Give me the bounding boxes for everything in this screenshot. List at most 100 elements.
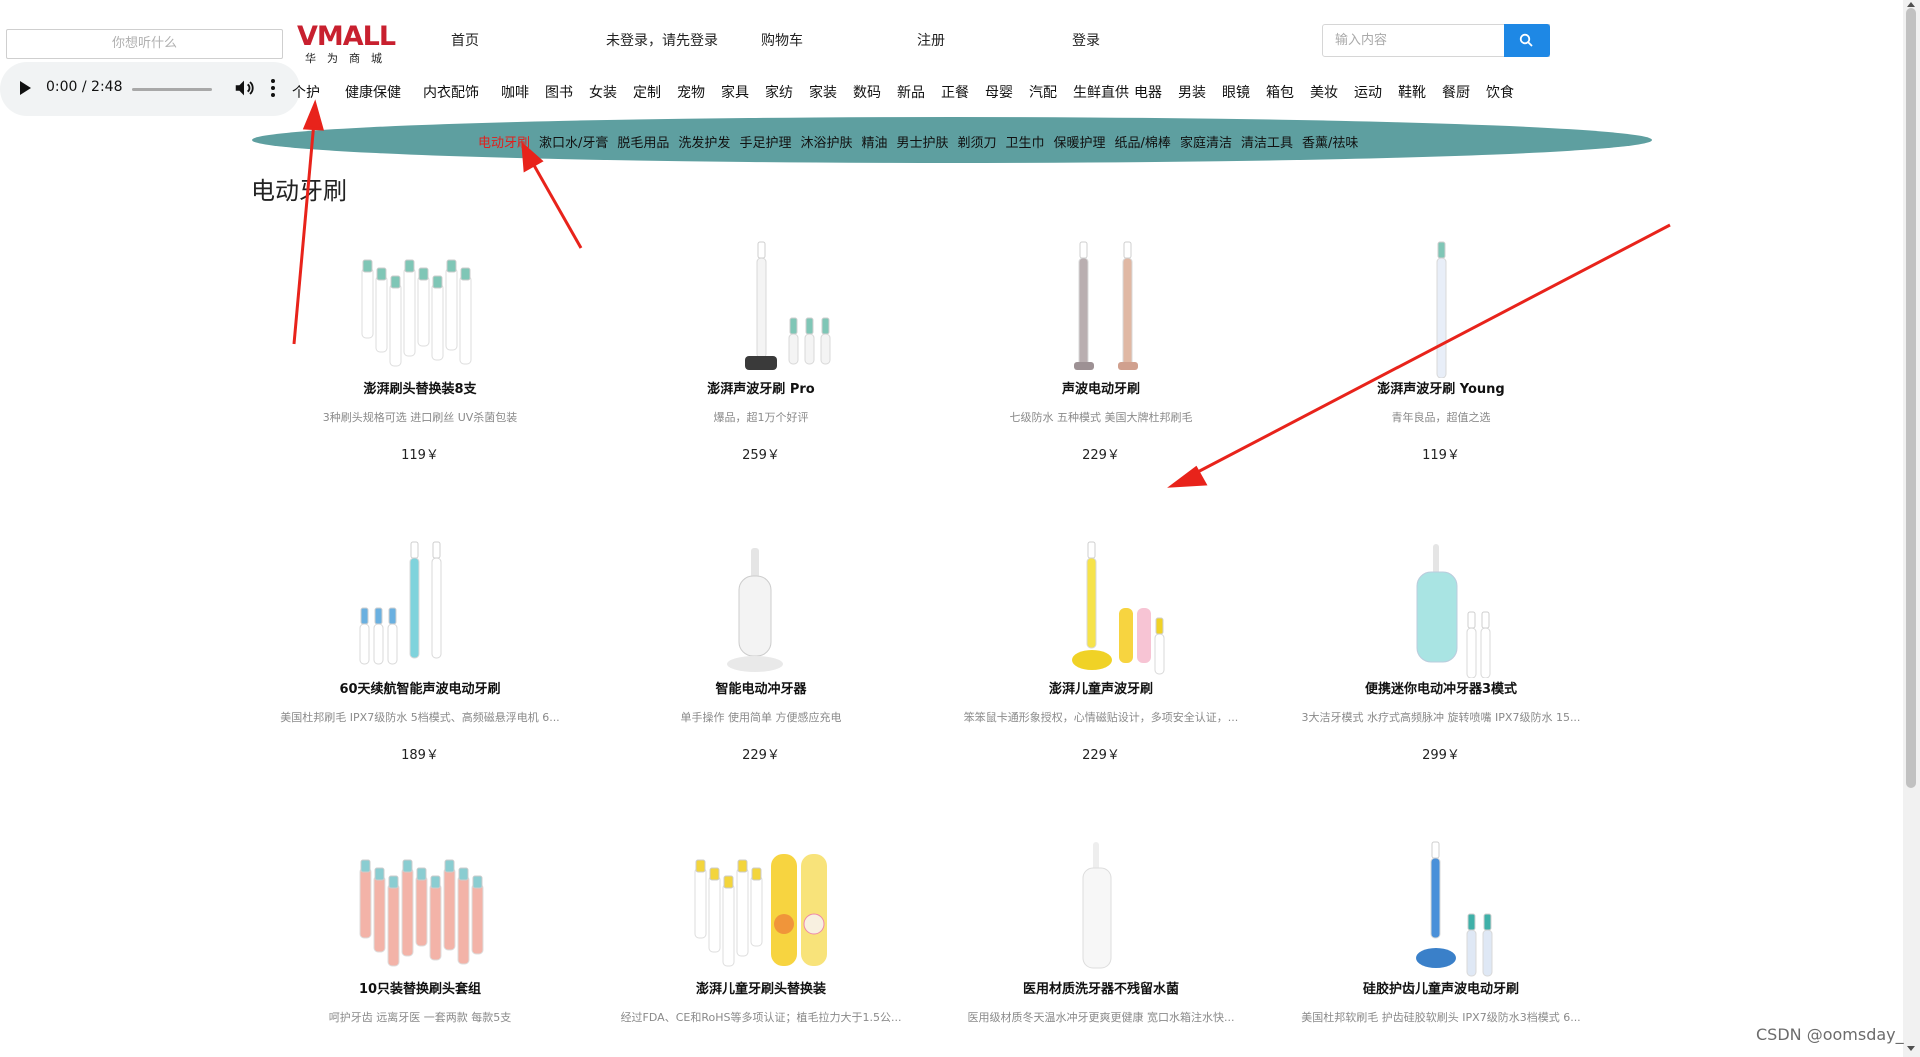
- product-name[interactable]: 医用材质洗牙器不残留水菌: [931, 978, 1271, 997]
- category-item[interactable]: 家具: [721, 82, 749, 102]
- category-item[interactable]: 女装: [589, 82, 617, 102]
- subcategory-item[interactable]: 香薰/祛味: [1302, 136, 1358, 151]
- category-item[interactable]: 数码: [853, 82, 881, 102]
- product-image[interactable]: [250, 838, 590, 978]
- subcategory-item[interactable]: 洗发护发: [678, 136, 730, 151]
- product-name[interactable]: 声波电动牙刷: [931, 378, 1271, 397]
- product-description: 医用级材质冬天温水冲牙更爽更健康 宽口水箱注水快...: [967, 1011, 1235, 1024]
- more-options-icon[interactable]: [270, 77, 276, 99]
- product-name[interactable]: 硅胶护齿儿童声波电动牙刷: [1271, 978, 1611, 997]
- product-card[interactable]: 智能电动冲牙器 单手操作 使用简单 方便感应充电 229￥: [591, 538, 931, 763]
- subcategory-item[interactable]: 脱毛用品: [617, 136, 669, 151]
- logo-word: VMALL: [297, 21, 396, 52]
- category-item[interactable]: 运动: [1354, 82, 1382, 102]
- category-item[interactable]: 正餐: [941, 82, 969, 102]
- product-image[interactable]: [591, 238, 931, 378]
- product-image[interactable]: [1271, 538, 1611, 679]
- product-card[interactable]: 澎湃儿童牙刷头替换装 经过FDA、CE和RoHS等多项认证；植毛拉力大于1.5公…: [591, 838, 931, 1044]
- play-icon[interactable]: [20, 81, 31, 95]
- product-card[interactable]: 澎湃刷头替换装8支 3种刷头规格可选 进口刷丝 UV杀菌包装 119￥: [250, 238, 590, 463]
- product-image[interactable]: [1271, 838, 1611, 978]
- product-name[interactable]: 澎湃声波牙刷 Pro: [591, 378, 931, 397]
- category-item[interactable]: 美妆: [1310, 82, 1338, 102]
- subcategory-item[interactable]: 手足护理: [739, 136, 791, 151]
- subcategory-item[interactable]: 剃须刀: [958, 136, 997, 151]
- product-name[interactable]: 澎湃声波牙刷 Young: [1271, 378, 1611, 397]
- category-item[interactable]: 眼镜: [1222, 82, 1250, 102]
- category-item[interactable]: 宠物: [677, 82, 705, 102]
- audio-player[interactable]: 0:00 / 2:48: [0, 62, 300, 116]
- product-card[interactable]: 10只装替换刷头套组 呵护牙齿 远离牙医 一套两款 每款5支: [250, 838, 590, 1044]
- product-name[interactable]: 澎湃儿童牙刷头替换装: [591, 978, 931, 997]
- volume-icon[interactable]: [233, 77, 255, 99]
- category-bar: 个护 健康保健 内衣配饰 咖啡 图书 女装 定制 宠物 家具 家纺 家装 数码 新品 正餐 母婴 汽配 生鲜直供…: [292, 82, 1658, 102]
- nav-login-status[interactable]: 未登录，请先登录: [606, 30, 718, 50]
- product-image[interactable]: [931, 838, 1271, 978]
- product-card[interactable]: 便携迷你电动冲牙器3模式 3大洁牙模式 水疗式高频脉冲 旋转喷嘴 IPX7级防水…: [1271, 538, 1611, 763]
- product-name[interactable]: 澎湃儿童声波牙刷: [931, 678, 1271, 697]
- product-card[interactable]: 医用材质洗牙器不残留水菌 医用级材质冬天温水冲牙更爽更健康 宽口水箱注水快...: [931, 838, 1271, 1044]
- subcategory-item[interactable]: 电动牙刷: [478, 136, 530, 151]
- scroll-down-icon[interactable]: [1906, 1045, 1916, 1053]
- product-image[interactable]: [931, 538, 1271, 678]
- category-item[interactable]: 箱包: [1266, 82, 1294, 102]
- category-item[interactable]: 汽配: [1029, 82, 1057, 102]
- subcategory-item[interactable]: 家庭清洁: [1180, 136, 1232, 151]
- category-item[interactable]: 定制: [633, 82, 661, 102]
- smart-sonic-toothbrush-icon: [359, 541, 442, 665]
- product-name[interactable]: 便携迷你电动冲牙器3模式: [1271, 678, 1611, 697]
- kids-toothbrush-icon: [1072, 541, 1165, 675]
- subcategory-item[interactable]: 纸品/棉棒: [1115, 136, 1171, 151]
- scroll-up-icon[interactable]: [1906, 0, 1916, 8]
- category-item[interactable]: 家纺: [765, 82, 793, 102]
- category-item[interactable]: 母婴: [985, 82, 1013, 102]
- category-item[interactable]: 生鲜直供: [1073, 82, 1129, 102]
- subcategory-item[interactable]: 保暖护理: [1054, 136, 1106, 151]
- product-card[interactable]: 声波电动牙刷 七级防水 五种模式 美国大牌杜邦刷毛 229￥: [931, 238, 1271, 463]
- subcategory-item[interactable]: 沐浴护肤: [800, 136, 852, 151]
- product-image[interactable]: [591, 538, 931, 678]
- nav-home[interactable]: 首页: [451, 30, 479, 50]
- product-image[interactable]: [931, 238, 1271, 378]
- product-name[interactable]: 60天续航智能声波电动牙刷: [250, 678, 590, 697]
- product-image[interactable]: [250, 238, 590, 378]
- product-image[interactable]: [591, 838, 931, 978]
- product-name[interactable]: 澎湃刷头替换装8支: [250, 378, 590, 397]
- voice-search-input[interactable]: 你想听什么: [6, 29, 283, 59]
- category-item[interactable]: 电器: [1134, 82, 1162, 102]
- category-item[interactable]: 健康保健: [345, 82, 401, 102]
- category-item[interactable]: 新品: [897, 82, 925, 102]
- product-card[interactable]: 澎湃声波牙刷 Pro 爆品，超1万个好评 259￥: [591, 238, 931, 463]
- nav-login[interactable]: 登录: [1072, 30, 1100, 50]
- subcategory-item[interactable]: 漱口水/牙膏: [539, 136, 608, 151]
- category-item[interactable]: 内衣配饰: [423, 82, 479, 102]
- category-item[interactable]: 男装: [1178, 82, 1206, 102]
- subcategory-item[interactable]: 卫生巾: [1006, 136, 1045, 151]
- product-card[interactable]: 澎湃儿童声波牙刷 笨笨鼠卡通形象授权，心情磁贴设计，多项安全认证，... 229…: [931, 538, 1271, 763]
- product-name[interactable]: 10只装替换刷头套组: [250, 978, 590, 997]
- product-description: 七级防水 五种模式 美国大牌杜邦刷毛: [1009, 411, 1193, 424]
- subcategory-item[interactable]: 男士护肤: [896, 136, 948, 151]
- nav-cart[interactable]: 购物车: [761, 30, 803, 50]
- audio-progress-slider[interactable]: [132, 88, 212, 91]
- category-item[interactable]: 个护: [292, 82, 320, 102]
- category-item[interactable]: 餐厨: [1442, 82, 1470, 102]
- product-image[interactable]: [1271, 238, 1611, 379]
- subcategory-item[interactable]: 清洁工具: [1241, 136, 1293, 151]
- vmall-logo[interactable]: VMALL 华为商城: [297, 21, 396, 66]
- category-item[interactable]: 饮食: [1486, 82, 1514, 102]
- product-card[interactable]: 60天续航智能声波电动牙刷 美国杜邦刷毛 IPX7级防水 5档模式、高频磁悬浮电…: [250, 538, 590, 763]
- category-item[interactable]: 咖啡: [501, 82, 529, 102]
- product-card[interactable]: 硅胶护齿儿童声波电动牙刷 美国杜邦软刷毛 护齿硅胶软刷头 IPX7级防水3档模式…: [1271, 838, 1611, 1044]
- nav-register[interactable]: 注册: [917, 30, 945, 50]
- product-price: 299￥: [1422, 748, 1460, 763]
- scrollbar-thumb[interactable]: [1906, 8, 1916, 788]
- subcategory-item[interactable]: 精油: [861, 136, 887, 151]
- product-image[interactable]: [250, 538, 590, 678]
- product-name[interactable]: 智能电动冲牙器: [591, 678, 931, 697]
- category-item[interactable]: 家装: [809, 82, 837, 102]
- search-button[interactable]: [1504, 24, 1550, 57]
- product-card[interactable]: 澎湃声波牙刷 Young 青年良品，超值之选 119￥: [1271, 238, 1611, 463]
- category-item[interactable]: 图书: [545, 82, 573, 102]
- category-item[interactable]: 鞋靴: [1398, 82, 1426, 102]
